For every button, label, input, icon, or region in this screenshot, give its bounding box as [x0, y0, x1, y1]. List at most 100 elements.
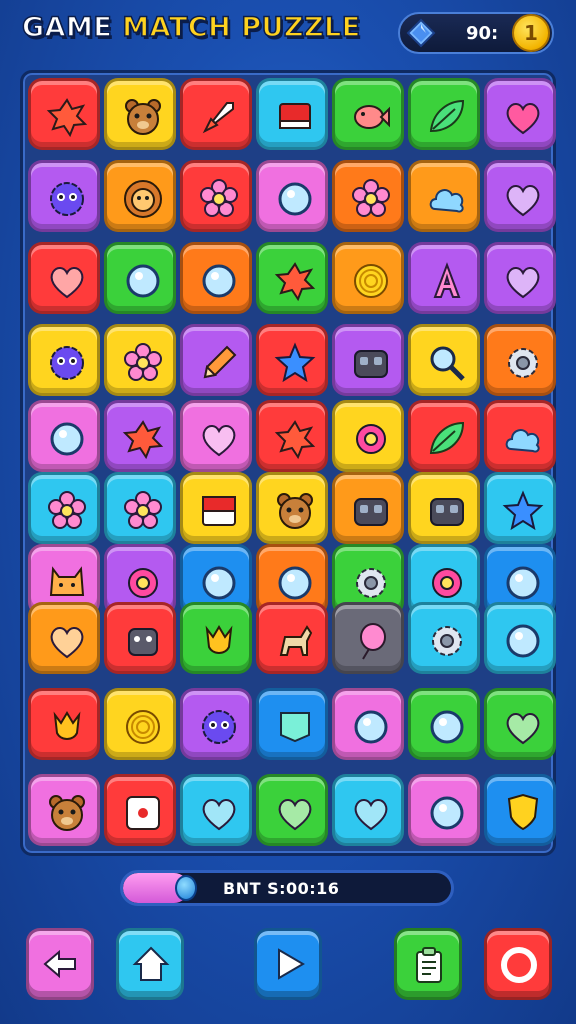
home-button[interactable] — [116, 928, 184, 1000]
tile-tulip[interactable] — [180, 602, 252, 674]
tile-flower[interactable] — [180, 160, 252, 232]
balloon-icon — [360, 623, 386, 660]
ring-icon — [356, 424, 386, 454]
tile-fish[interactable] — [332, 78, 404, 150]
rocket-icon — [202, 102, 234, 134]
timer-label: BNT S:00:16 — [223, 879, 340, 898]
tile-heart[interactable] — [180, 400, 252, 472]
tile-heart-gem[interactable] — [484, 78, 556, 150]
flower-icon — [352, 179, 390, 217]
tile-heart[interactable] — [484, 160, 556, 232]
back-arrow-button[interactable] — [26, 928, 94, 1000]
tile-bear[interactable] — [104, 78, 176, 150]
tile-pencil[interactable] — [180, 324, 252, 396]
tile-magnifier[interactable] — [408, 324, 480, 396]
tile-blob-monster[interactable] — [180, 688, 252, 760]
tile-heart[interactable] — [332, 774, 404, 846]
heart-icon — [202, 425, 236, 457]
tile-flag[interactable] — [256, 688, 328, 760]
robot-icon — [354, 498, 388, 526]
tulip-icon — [53, 711, 81, 740]
tile-blob-monster[interactable] — [28, 324, 100, 396]
circle-icon — [430, 796, 464, 830]
flower-icon — [200, 179, 238, 217]
circle-icon — [430, 710, 464, 744]
tile-gear[interactable] — [408, 602, 480, 674]
bear-icon — [125, 99, 161, 135]
tile-robot[interactable] — [332, 324, 404, 396]
tile-circle[interactable] — [484, 602, 556, 674]
tile-bear[interactable] — [28, 774, 100, 846]
tile-spiral[interactable] — [332, 242, 404, 314]
play-button[interactable] — [254, 928, 322, 1000]
tile-circle[interactable] — [180, 242, 252, 314]
tile-rocket[interactable] — [180, 78, 252, 150]
tile-star[interactable] — [484, 472, 556, 544]
tile-splat[interactable] — [256, 242, 328, 314]
tile-lion[interactable] — [104, 160, 176, 232]
circle-icon — [506, 624, 540, 658]
tile-splat[interactable] — [104, 400, 176, 472]
circle-icon — [50, 422, 84, 456]
tile-circle[interactable] — [104, 242, 176, 314]
tile-ring[interactable] — [332, 400, 404, 472]
tile-heart[interactable] — [28, 242, 100, 314]
tile-flower[interactable] — [332, 160, 404, 232]
splat-icon — [122, 420, 164, 460]
tile-flower[interactable] — [104, 324, 176, 396]
tile-circle[interactable] — [256, 160, 328, 232]
gear-icon — [432, 626, 462, 656]
play-icon — [278, 948, 305, 980]
tile-circle[interactable] — [332, 688, 404, 760]
ring-icon — [432, 568, 462, 598]
tile-letter-a[interactable] — [408, 242, 480, 314]
heart-icon — [354, 799, 388, 831]
flower-icon — [124, 343, 162, 381]
clipboard-button[interactable] — [394, 928, 462, 1000]
tile-dog[interactable] — [256, 602, 328, 674]
tile-tulip[interactable] — [28, 688, 100, 760]
heart-icon — [278, 799, 312, 831]
tile-cloud[interactable] — [484, 400, 556, 472]
tile-heart[interactable] — [256, 774, 328, 846]
leaf-icon — [429, 421, 465, 455]
tile-flower[interactable] — [104, 472, 176, 544]
monster-icon — [128, 628, 158, 656]
tile-robot[interactable] — [332, 472, 404, 544]
record-icon — [501, 947, 537, 983]
tile-heart[interactable] — [484, 688, 556, 760]
tile-heart[interactable] — [28, 602, 100, 674]
tile-circle[interactable] — [408, 688, 480, 760]
tile-spiral[interactable] — [104, 688, 176, 760]
ring-icon — [128, 568, 158, 598]
tile-splat[interactable] — [28, 78, 100, 150]
tile-flower[interactable] — [28, 472, 100, 544]
tile-bear[interactable] — [256, 472, 328, 544]
tile-circle[interactable] — [28, 400, 100, 472]
blob-monster-icon — [202, 710, 236, 744]
fish-icon — [354, 105, 390, 129]
tile-star[interactable] — [256, 324, 328, 396]
tile-heart[interactable] — [484, 242, 556, 314]
tile-heart[interactable] — [180, 774, 252, 846]
tile-red-flag[interactable] — [256, 78, 328, 150]
tile-red-square[interactable] — [180, 472, 252, 544]
tile-robot[interactable] — [408, 472, 480, 544]
tile-blob-monster[interactable] — [28, 160, 100, 232]
gear-icon — [508, 348, 538, 378]
tile-balloon[interactable] — [332, 602, 404, 674]
dog-icon — [279, 625, 313, 656]
tile-shield[interactable] — [484, 774, 556, 846]
shield-icon — [507, 793, 539, 831]
tile-dice[interactable] — [104, 774, 176, 846]
tile-circle[interactable] — [408, 774, 480, 846]
tile-leaf[interactable] — [408, 78, 480, 150]
record-button[interactable] — [484, 928, 552, 1000]
tile-monster[interactable] — [104, 602, 176, 674]
tile-cloud[interactable] — [408, 160, 480, 232]
tile-gear[interactable] — [484, 324, 556, 396]
spiral-icon — [126, 710, 160, 744]
flower-icon — [124, 491, 162, 529]
tile-leaf[interactable] — [408, 400, 480, 472]
tile-splat[interactable] — [256, 400, 328, 472]
